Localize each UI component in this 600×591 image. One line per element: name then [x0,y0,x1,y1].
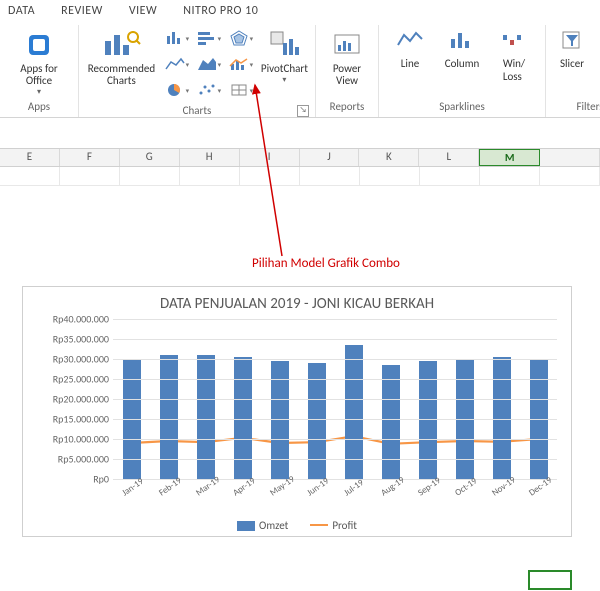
bar [234,357,252,479]
pie-chart-icon[interactable]: ▾ [162,79,192,101]
timeline-button[interactable]: Time [594,27,600,70]
y-tick-label: Rp25.000.000 [31,373,109,386]
column-header-blank[interactable] [540,149,600,166]
group-label-filters: Filters [552,99,600,115]
chart-title: DATA PENJUALAN 2019 - JONI KICAU BERKAH [31,295,563,313]
y-tick-label: Rp30.000.000 [31,353,109,366]
y-tick-label: Rp0 [31,473,109,486]
cell[interactable] [240,167,300,186]
tab-review[interactable]: REVIEW [61,4,103,18]
column-header-L[interactable]: L [419,149,479,166]
bar [308,363,326,479]
tab-view[interactable]: VIEW [129,4,157,18]
grid-row[interactable] [0,167,600,186]
column-headers[interactable]: EFGHIJKLM [0,148,600,167]
combo-chart-icon[interactable]: ▾ [226,53,256,75]
column-header-M[interactable]: M [479,149,540,166]
legend-profit: Profit [310,519,357,532]
column-header-I[interactable]: I [240,149,300,166]
x-tick-label: Mar-19 [193,479,214,498]
radar-chart-icon[interactable]: ▾ [226,27,256,49]
charts-dialog-launcher[interactable]: ↘ [297,105,309,117]
x-tick-label: May-19 [267,479,288,498]
column-header-G[interactable]: G [120,149,180,166]
x-tick-label: Apr-19 [230,479,251,498]
column-header-E[interactable]: E [0,149,60,166]
y-tick-label: Rp10.000.000 [31,433,109,446]
y-tick-label: Rp15.000.000 [31,413,109,426]
x-tick-label: Feb-19 [156,479,177,498]
cell[interactable] [0,167,60,186]
embedded-chart[interactable]: DATA PENJUALAN 2019 - JONI KICAU BERKAH … [22,286,572,537]
x-tick-label: Nov-19 [489,479,510,498]
bar [382,365,400,479]
y-tick-label: Rp40.000.000 [31,313,109,326]
cell[interactable] [540,167,600,186]
slicer-button[interactable]: Slicer [552,27,592,70]
area-chart-icon[interactable]: ▾ [194,53,224,75]
pivot-chart-button[interactable]: PivotChart ▾ [260,27,309,85]
cell[interactable] [480,167,540,186]
y-tick-label: Rp5.000.000 [31,453,109,466]
legend-omzet: Omzet [237,519,288,532]
x-tick-label: Sep-19 [415,479,436,498]
column-chart-icon[interactable]: ▾ [162,27,192,49]
tab-data[interactable]: DATA [8,4,35,18]
bar [197,355,215,479]
power-view-button[interactable]: Power View [322,27,372,87]
chart-plot-area: Rp0Rp5.000.000Rp10.000.000Rp15.000.000Rp… [113,319,557,480]
group-label-sparklines: Sparklines [385,99,539,115]
ribbon: Apps for Office ▾ Apps Recommended Chart… [0,25,600,118]
x-tick-label: Oct-19 [452,479,473,498]
x-tick-label: Dec-19 [526,479,547,498]
bar [493,357,511,479]
column-header-F[interactable]: F [60,149,120,166]
x-tick-label: Jul-19 [341,479,362,498]
apps-for-office-button[interactable]: Apps for Office ▾ [6,27,72,97]
y-tick-label: Rp20.000.000 [31,393,109,406]
annotation-text: Pilihan Model Grafik Combo [252,256,400,271]
x-tick-label: Jan-19 [119,479,140,498]
cell[interactable] [300,167,360,186]
column-header-H[interactable]: H [180,149,240,166]
ribbon-tabs: DATA REVIEW VIEW NITRO PRO 10 [0,0,600,25]
line-chart-icon[interactable]: ▾ [162,53,192,75]
recommended-charts-button[interactable]: Recommended Charts [85,27,158,87]
more-charts-icon[interactable]: ▾ [226,79,256,101]
column-header-K[interactable]: K [359,149,419,166]
bar-chart-icon[interactable]: ▾ [194,27,224,49]
tab-nitro[interactable]: NITRO PRO 10 [183,4,258,18]
group-label-apps: Apps [6,99,72,115]
sparkline-column-button[interactable]: Column [437,27,487,70]
x-tick-label: Jun-19 [304,479,325,498]
cell[interactable] [60,167,120,186]
chart-type-grid: ▾ ▾ ▾ ▾ ▾ ▾ ▾ ▾ ▾ [162,27,256,103]
sparkline-line-button[interactable]: Line [385,27,435,70]
scatter-chart-icon[interactable]: ▾ [194,79,224,101]
cell[interactable] [360,167,420,186]
selected-cell-fragment [528,570,572,590]
column-header-J[interactable]: J [300,149,360,166]
group-label-charts: Charts ↘ [85,103,309,119]
chart-x-axis: Jan-19Feb-19Mar-19Apr-19May-19Jun-19Jul-… [113,480,557,491]
x-tick-label: Aug-19 [378,479,399,498]
chart-legend: Omzet Profit [31,519,563,532]
cell[interactable] [120,167,180,186]
y-tick-label: Rp35.000.000 [31,333,109,346]
cell[interactable] [420,167,480,186]
cell[interactable] [180,167,240,186]
sparkline-winloss-button[interactable]: Win/ Loss [489,27,539,83]
bar [160,355,178,479]
group-label-reports: Reports [322,99,372,115]
